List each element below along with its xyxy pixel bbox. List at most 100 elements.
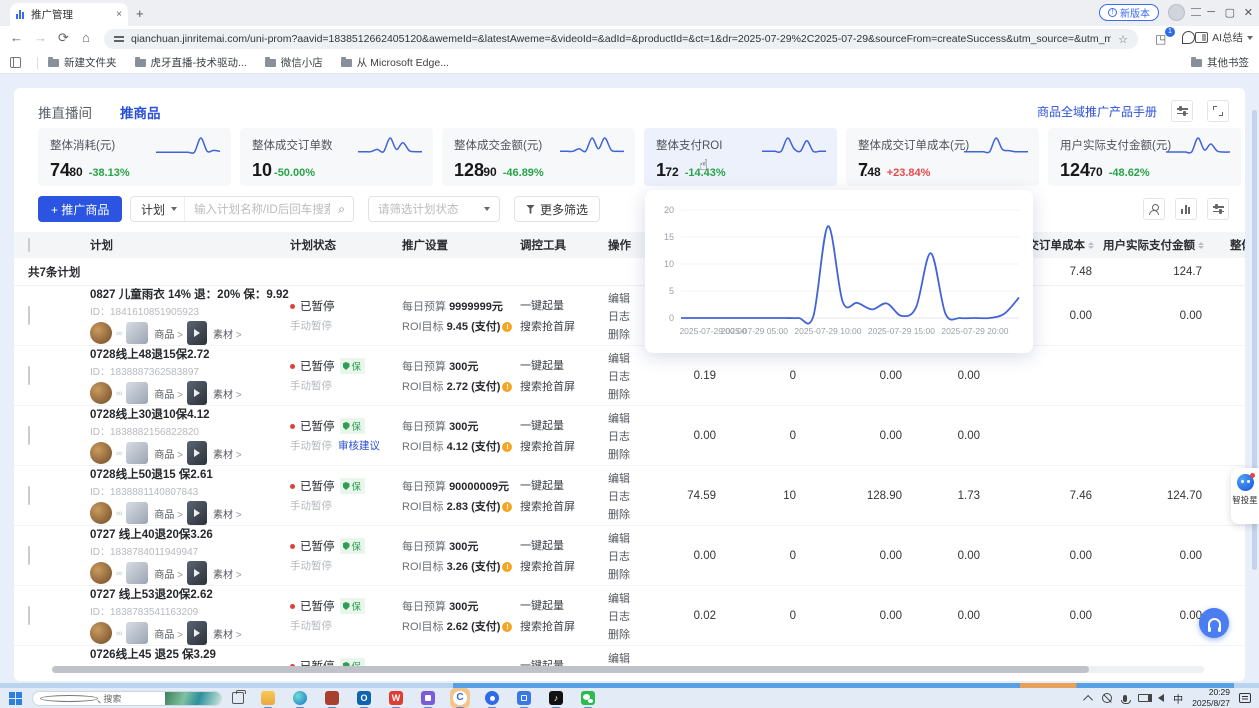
window-close-button[interactable]: ✕ [1244, 6, 1253, 19]
one-click-boost-link[interactable]: 一键起量 [520, 537, 608, 553]
product-thumbnail[interactable] [126, 502, 148, 524]
metric-card[interactable]: 整体成交订单数 10 -50.00% [240, 128, 433, 186]
product-link[interactable]: 商品 > [154, 446, 183, 461]
log-link[interactable]: 日志 [608, 308, 650, 324]
row-checkbox[interactable] [28, 546, 30, 565]
material-link[interactable]: 素材 > [213, 326, 242, 341]
warning-icon[interactable]: ! [502, 442, 512, 452]
one-click-boost-link[interactable]: 一键起量 [520, 357, 608, 373]
bookmark-item[interactable]: 新建文件夹 [48, 55, 117, 70]
account-avatar[interactable] [90, 382, 112, 404]
edit-link[interactable]: 编辑 [608, 590, 650, 606]
product-thumbnail[interactable] [126, 382, 148, 404]
plan-title[interactable]: 0728线上48退15保2.72 [90, 346, 290, 362]
tab-close-icon[interactable]: × [116, 9, 122, 20]
assistant-widget[interactable]: 智投星 [1231, 468, 1259, 524]
site-settings-icon[interactable] [114, 34, 124, 44]
metric-card[interactable]: 整体成交订单成本(元) 7.48 +23.84% [846, 128, 1039, 186]
material-thumbnail[interactable] [187, 441, 207, 465]
forward-icon[interactable]: → [34, 30, 47, 45]
one-click-boost-link[interactable]: 一键起量 [520, 597, 608, 613]
edit-link[interactable]: 编辑 [608, 530, 650, 546]
plan-title[interactable]: 0728线上30退10保4.12 [90, 406, 290, 422]
file-explorer-button[interactable] [260, 690, 276, 706]
edit-link[interactable]: 编辑 [608, 650, 650, 666]
material-thumbnail[interactable] [187, 501, 207, 525]
warning-icon[interactable]: ! [502, 622, 512, 632]
plan-title[interactable]: 0727 线上53退20保2.62 [90, 586, 290, 602]
account-avatar[interactable] [90, 322, 112, 344]
purple-app-button[interactable] [420, 690, 436, 706]
search-input[interactable]: 输入计划名称/ID后回车搜索 [185, 201, 330, 217]
plan-title[interactable]: 0727 线上40退20保3.26 [90, 526, 290, 542]
audience-button[interactable] [1143, 198, 1165, 220]
product-thumbnail[interactable] [126, 442, 148, 464]
blue-app-button[interactable] [516, 690, 532, 706]
bookmark-item[interactable]: 虎牙直播-技术驱动... [135, 55, 247, 70]
col-header-actions[interactable]: 操作 [608, 237, 650, 253]
display-network-icon[interactable] [1138, 694, 1149, 702]
extension-bird-icon[interactable] [1182, 31, 1195, 44]
material-link[interactable]: 素材 > [213, 386, 242, 401]
chart-columns-button[interactable] [1175, 198, 1197, 220]
plan-title[interactable]: 0726线上45 退25 保3.29 [90, 646, 290, 662]
delete-link[interactable]: 删除 [608, 626, 650, 642]
warning-icon[interactable]: ! [502, 382, 512, 392]
start-button[interactable] [9, 692, 22, 705]
new-version-button[interactable]: ! 新版本 [1099, 4, 1159, 21]
blue-circle-app-button[interactable] [484, 690, 500, 706]
task-view-button[interactable] [232, 692, 244, 704]
product-thumbnail[interactable] [126, 622, 148, 644]
plan-title[interactable]: 0827 儿童雨衣 14% 退：20% 保：9.92 [90, 286, 290, 302]
outlook-button[interactable]: O [356, 690, 372, 706]
tab-live-room[interactable]: 推直播间 [38, 102, 92, 122]
one-click-boost-link[interactable]: 一键起量 [520, 297, 608, 313]
row-checkbox[interactable] [28, 666, 30, 667]
extension-button[interactable]: ◳ 1 [1155, 30, 1173, 46]
metric-card[interactable]: 整体消耗(元) 74.80 -38.13% [38, 128, 231, 186]
col-header-plan[interactable]: 计划 [90, 237, 290, 253]
material-thumbnail[interactable] [187, 561, 207, 585]
delete-link[interactable]: 删除 [608, 446, 650, 462]
select-all-checkbox[interactable] [28, 238, 30, 252]
edit-link[interactable]: 编辑 [608, 470, 650, 486]
product-link[interactable]: 商品 > [154, 506, 183, 521]
col-header-settings[interactable]: 推广设置 [402, 237, 520, 253]
log-link[interactable]: 日志 [608, 368, 650, 384]
product-link[interactable]: 商品 > [154, 386, 183, 401]
tab-promote-product[interactable]: 推商品 [120, 102, 161, 122]
plan-title[interactable]: 0728线上50退15 保2.61 [90, 466, 290, 482]
bookmark-item[interactable]: 微信小店 [265, 55, 323, 70]
other-bookmarks[interactable]: 其他书签 [1191, 55, 1249, 70]
edit-link[interactable]: 编辑 [608, 350, 650, 366]
taskbar-clock[interactable]: 20:29 2025/8/27 [1192, 687, 1230, 708]
browser-menu-icon[interactable] [1191, 8, 1201, 16]
account-avatar[interactable] [90, 502, 112, 524]
col-header-overall[interactable]: 整体 [1204, 237, 1245, 253]
browser-tab[interactable]: 推广管理 × [10, 3, 128, 26]
taskbar-search[interactable]: 搜索 [32, 691, 222, 706]
microphone-icon[interactable] [1123, 695, 1127, 702]
material-link[interactable]: 素材 > [213, 506, 242, 521]
promote-product-button[interactable]: + 推广商品 [38, 196, 122, 222]
speaker-icon[interactable] [1158, 694, 1164, 702]
browser-avatar[interactable] [1168, 4, 1185, 21]
delete-link[interactable]: 删除 [608, 326, 650, 342]
wechat-button[interactable] [580, 690, 596, 706]
metric-settings-button[interactable] [1171, 100, 1193, 122]
status-filter-select[interactable]: 请筛选计划状态 [368, 196, 500, 222]
product-thumbnail[interactable] [126, 562, 148, 584]
warning-icon[interactable]: ! [502, 502, 512, 512]
fullscreen-button[interactable] [1207, 100, 1229, 122]
url-bar[interactable]: qianchuan.jinritemai.com/uni-prom?aavid=… [104, 29, 1138, 49]
log-link[interactable]: 日志 [608, 488, 650, 504]
account-avatar[interactable] [90, 442, 112, 464]
edge-browser-button[interactable] [292, 690, 308, 706]
warning-icon[interactable]: ! [502, 562, 512, 572]
row-checkbox[interactable] [28, 486, 30, 505]
new-tab-button[interactable]: + [136, 6, 144, 21]
edit-link[interactable]: 编辑 [608, 410, 650, 426]
customer-support-button[interactable] [1199, 608, 1229, 638]
tray-expand-icon[interactable] [1083, 694, 1093, 704]
warning-icon[interactable]: ! [502, 322, 512, 332]
